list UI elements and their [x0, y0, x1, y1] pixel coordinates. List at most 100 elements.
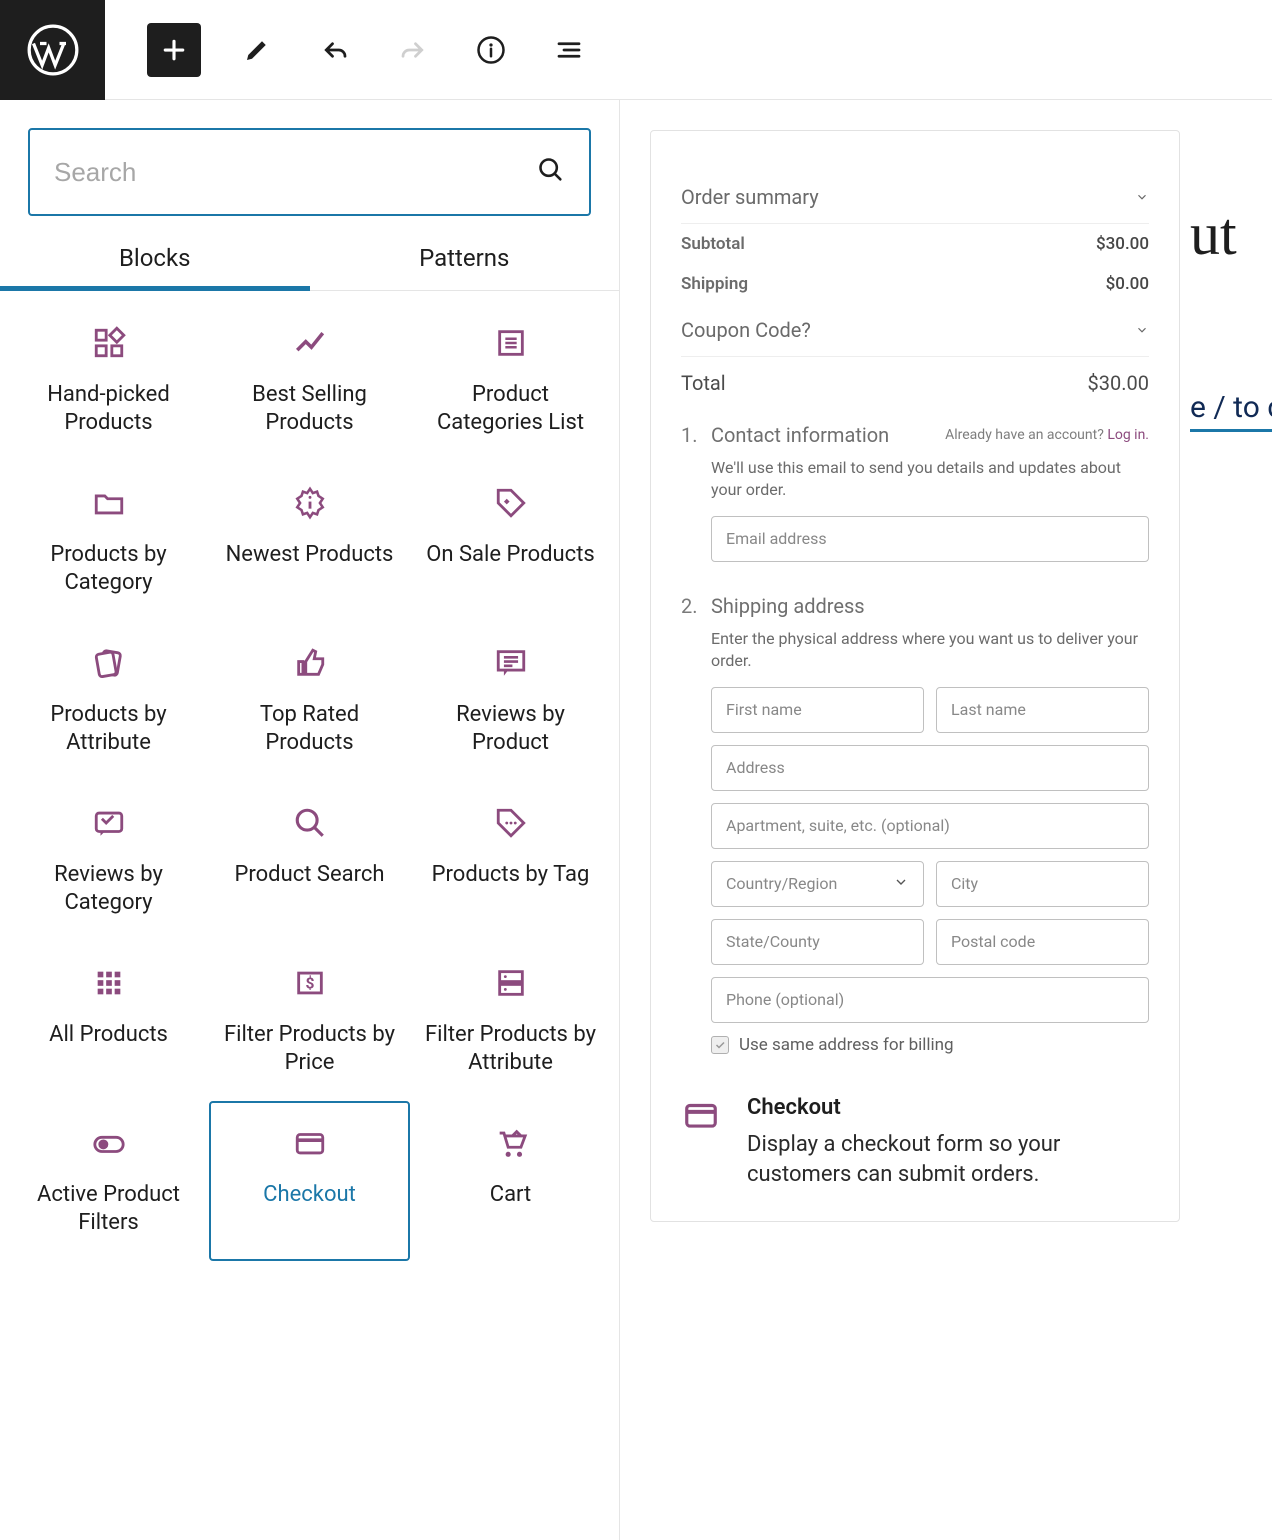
block-item-toggle[interactable]: Active Product Filters [8, 1101, 209, 1261]
chevron-down-icon [1135, 185, 1149, 209]
badge-new-icon [292, 485, 328, 521]
block-label: Best Selling Products [221, 381, 398, 436]
block-item-review-folder[interactable]: Reviews by Category [8, 781, 209, 941]
block-item-cart[interactable]: Cart [410, 1101, 611, 1261]
cart-icon [493, 1125, 529, 1161]
order-summary-label: Order summary [681, 185, 819, 209]
total-value: $30.00 [1088, 371, 1149, 395]
dots-grid-icon [91, 965, 127, 1001]
wordpress-logo[interactable] [0, 0, 105, 100]
chevron-down-icon [1135, 318, 1149, 342]
block-label: Products by Tag [432, 861, 590, 889]
trend-icon [292, 325, 328, 361]
block-label: Filter Products by Price [221, 1021, 398, 1076]
block-item-badge-new[interactable]: Newest Products [209, 461, 410, 621]
first-name-field[interactable]: First name [711, 687, 924, 733]
coupon-label: Coupon Code? [681, 318, 811, 342]
step-1-number: 1. [681, 423, 711, 574]
info-button[interactable] [469, 28, 513, 72]
block-item-review-box[interactable]: Reviews by Product [410, 621, 611, 781]
review-folder-icon [91, 805, 127, 841]
block-label: Reviews by Product [422, 701, 599, 756]
postal-field[interactable]: Postal code [936, 919, 1149, 965]
server-icon [493, 965, 529, 1001]
checkbox-icon [711, 1036, 729, 1054]
block-label: Products by Attribute [20, 701, 197, 756]
block-label: Checkout [263, 1181, 356, 1209]
block-desc-title: Checkout [747, 1095, 1149, 1120]
search-icon [292, 805, 328, 841]
redo-button[interactable] [391, 28, 435, 72]
apartment-field[interactable]: Apartment, suite, etc. (optional) [711, 803, 1149, 849]
folder-icon [91, 485, 127, 521]
block-search[interactable] [28, 128, 591, 216]
city-field[interactable]: City [936, 861, 1149, 907]
last-name-field[interactable]: Last name [936, 687, 1149, 733]
shipping-label: Shipping [681, 274, 748, 294]
price-box-icon: $ [292, 965, 328, 1001]
same-billing-checkbox[interactable]: Use same address for billing [711, 1035, 1149, 1055]
login-link[interactable]: Log in. [1107, 427, 1149, 443]
step-2-sub: Enter the physical address where you wan… [711, 628, 1149, 673]
country-select[interactable]: Country/Region [711, 861, 924, 907]
login-prompt: Already have an account? Log in. [945, 427, 1149, 443]
block-item-tag[interactable]: On Sale Products [410, 461, 611, 621]
tab-blocks[interactable]: Blocks [0, 244, 310, 290]
block-item-trend[interactable]: Best Selling Products [209, 301, 410, 461]
shipping-value: $0.00 [1106, 274, 1149, 294]
order-summary-toggle[interactable]: Order summary [681, 171, 1149, 224]
cards-icon [91, 645, 127, 681]
undo-button[interactable] [313, 28, 357, 72]
block-desc-text: Display a checkout form so your customer… [747, 1130, 1149, 1192]
block-label: Product Categories List [422, 381, 599, 436]
list-icon [493, 325, 529, 361]
outline-button[interactable] [547, 28, 591, 72]
block-item-cards[interactable]: Products by Attribute [8, 621, 209, 781]
block-label: Active Product Filters [20, 1181, 197, 1236]
coupon-toggle[interactable]: Coupon Code? [681, 304, 1149, 357]
block-item-search[interactable]: Product Search [209, 781, 410, 941]
search-icon [537, 156, 565, 188]
block-item-grid-custom[interactable]: Hand-picked Products [8, 301, 209, 461]
edit-icon[interactable] [235, 28, 279, 72]
subtotal-label: Subtotal [681, 234, 745, 254]
total-label: Total [681, 371, 726, 395]
step-2-number: 2. [681, 594, 711, 1055]
block-label: Products by Category [20, 541, 197, 596]
page-title-fragment: ut [1190, 200, 1237, 269]
block-item-list[interactable]: Product Categories List [410, 301, 611, 461]
state-field[interactable]: State/County [711, 919, 924, 965]
toggle-icon [91, 1125, 127, 1161]
block-item-credit-card[interactable]: Checkout [209, 1101, 410, 1261]
block-label: Newest Products [226, 541, 394, 569]
block-item-server[interactable]: Filter Products by Attribute [410, 941, 611, 1101]
email-field[interactable]: Email address [711, 516, 1149, 562]
block-item-price-box[interactable]: $ Filter Products by Price [209, 941, 410, 1101]
same-billing-label: Use same address for billing [739, 1035, 954, 1055]
page-text-fragment: e / to c [1190, 390, 1272, 432]
tag-icon [493, 485, 529, 521]
tag-more-icon [493, 805, 529, 841]
step-2-title: Shipping address [711, 594, 865, 618]
address-field[interactable]: Address [711, 745, 1149, 791]
block-item-thumbs-up[interactable]: Top Rated Products [209, 621, 410, 781]
block-item-dots-grid[interactable]: All Products [8, 941, 209, 1101]
block-label: Filter Products by Attribute [422, 1021, 599, 1076]
block-preview: Order summary Subtotal $30.00 Shipping $… [650, 130, 1180, 1222]
thumbs-up-icon [292, 645, 328, 681]
add-block-button[interactable] [147, 23, 201, 77]
search-input[interactable] [54, 157, 537, 188]
block-label: Cart [490, 1181, 531, 1209]
block-label: Product Search [235, 861, 385, 889]
credit-card-icon [292, 1125, 328, 1161]
block-item-tag-more[interactable]: Products by Tag [410, 781, 611, 941]
block-label: Reviews by Category [20, 861, 197, 916]
block-label: Hand-picked Products [20, 381, 197, 436]
block-label: All Products [49, 1021, 168, 1049]
phone-field[interactable]: Phone (optional) [711, 977, 1149, 1023]
tab-patterns[interactable]: Patterns [310, 244, 620, 290]
grid-custom-icon [91, 325, 127, 361]
subtotal-value: $30.00 [1096, 234, 1149, 254]
svg-text:$: $ [305, 975, 314, 993]
block-item-folder[interactable]: Products by Category [8, 461, 209, 621]
